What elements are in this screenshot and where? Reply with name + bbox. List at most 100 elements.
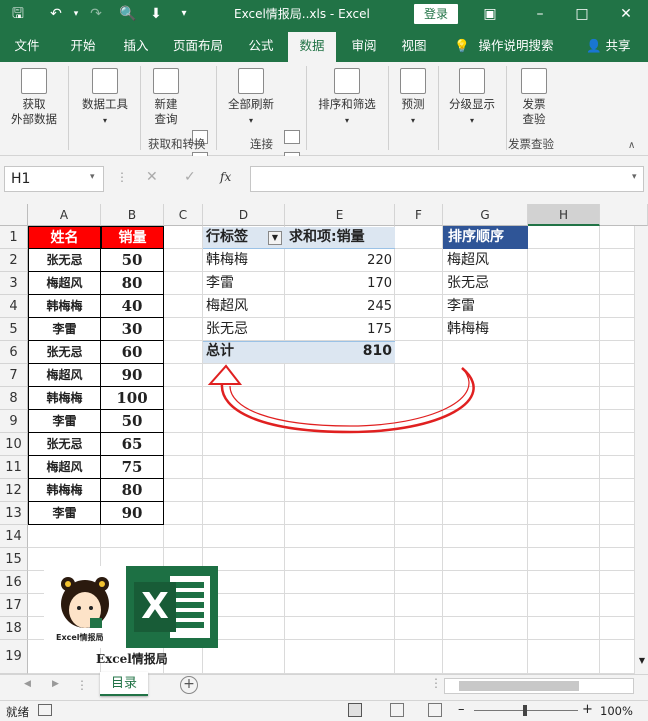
row-header[interactable]: 3: [0, 272, 28, 295]
name-box-dropdown-icon[interactable]: ▾: [90, 172, 95, 182]
source-sales-cell: 30: [101, 318, 164, 341]
customize-qat-icon[interactable]: ▾: [174, 4, 194, 24]
redo-icon[interactable]: ↷: [86, 4, 106, 24]
source-sales-cell: 100: [101, 387, 164, 410]
cancel-icon[interactable]: ✕: [146, 169, 158, 185]
row-header[interactable]: 15: [0, 548, 28, 571]
tab-view[interactable]: 视图: [392, 30, 436, 62]
tab-page-layout[interactable]: 页面布局: [166, 30, 230, 62]
page-layout-view-icon[interactable]: [390, 703, 404, 717]
tab-data[interactable]: 数据: [288, 32, 336, 62]
row-header[interactable]: 10: [0, 433, 28, 456]
row-header[interactable]: 12: [0, 479, 28, 502]
new-query-icon: [153, 68, 179, 94]
tab-formulas[interactable]: 公式: [238, 30, 284, 62]
column-header[interactable]: F: [395, 204, 443, 226]
row-header[interactable]: 19: [0, 640, 28, 674]
row-header[interactable]: 8: [0, 387, 28, 410]
horizontal-scrollbar[interactable]: [444, 678, 634, 694]
vertical-scrollbar[interactable]: ▼: [634, 226, 648, 674]
source-sales-cell: 65: [101, 433, 164, 456]
save-icon[interactable]: 🖫: [8, 4, 28, 24]
undo-icon[interactable]: ↶: [46, 4, 66, 24]
sheet-prev-icon[interactable]: ◀: [24, 679, 31, 689]
column-header-selected[interactable]: H: [528, 204, 600, 226]
row-header[interactable]: 2: [0, 249, 28, 272]
row-header[interactable]: 11: [0, 456, 28, 479]
print-preview-icon[interactable]: 🔍: [118, 4, 138, 24]
logo-caption: Excel情报局: [96, 652, 168, 666]
pivot-value-header: 求和项:销量: [289, 229, 365, 245]
file-export-icon[interactable]: ⬇: [146, 4, 166, 24]
scroll-down-icon[interactable]: ▼: [636, 656, 648, 668]
undo-dropdown-icon[interactable]: ▾: [66, 4, 86, 24]
new-query-button[interactable]: 新建 查询: [144, 68, 188, 127]
formula-input[interactable]: [250, 166, 644, 192]
collapse-ribbon-icon[interactable]: ∧: [628, 140, 635, 151]
pivot-row-value: 220: [367, 253, 392, 268]
row-header[interactable]: 6: [0, 341, 28, 364]
row-header[interactable]: 13: [0, 502, 28, 525]
group-connections-label: 连接: [250, 137, 273, 151]
name-box[interactable]: H1: [4, 166, 104, 192]
row-header[interactable]: 16: [0, 571, 28, 594]
source-sales-cell: 80: [101, 479, 164, 502]
zoom-out-icon[interactable]: –: [458, 702, 465, 717]
outline-button[interactable]: 分级显示 ▾: [442, 68, 502, 128]
sheet-next-icon[interactable]: ▶: [52, 679, 59, 689]
normal-view-icon[interactable]: [348, 703, 362, 717]
column-header[interactable]: G: [443, 204, 528, 226]
row-header[interactable]: 1: [0, 226, 28, 249]
column-header[interactable]: A: [28, 204, 101, 226]
sort-filter-button[interactable]: 排序和筛选 ▾: [310, 68, 384, 128]
select-all-corner[interactable]: [0, 204, 28, 226]
enter-icon[interactable]: ✓: [184, 169, 196, 185]
column-header[interactable]: [600, 204, 648, 226]
add-sheet-icon[interactable]: +: [180, 676, 198, 694]
share-button[interactable]: 共享: [602, 30, 634, 62]
refresh-all-button[interactable]: 全部刷新 ▾: [222, 68, 280, 128]
zoom-slider-thumb[interactable]: [523, 705, 527, 716]
tab-review[interactable]: 审阅: [342, 30, 386, 62]
insert-function-icon[interactable]: fx: [220, 170, 231, 184]
pivot-row-label: 李雷: [206, 275, 234, 291]
restore-icon[interactable]: □: [572, 4, 592, 24]
data-tools-button[interactable]: 数据工具 ▾: [74, 68, 136, 128]
sheet-more-icon[interactable]: ⋮: [76, 678, 88, 692]
tab-insert[interactable]: 插入: [112, 30, 160, 62]
sort-order-item: 张无忌: [447, 275, 489, 291]
row-header[interactable]: 18: [0, 617, 28, 640]
column-header[interactable]: C: [164, 204, 203, 226]
close-icon[interactable]: ✕: [616, 4, 636, 24]
column-header[interactable]: B: [101, 204, 164, 226]
database-icon: [21, 68, 47, 94]
row-header[interactable]: 9: [0, 410, 28, 433]
zoom-level[interactable]: 100%: [600, 704, 633, 718]
row-header[interactable]: 17: [0, 594, 28, 617]
column-header[interactable]: E: [285, 204, 395, 226]
connections-icon[interactable]: [284, 130, 300, 144]
get-external-data-button[interactable]: 获取 外部数据: [4, 68, 64, 127]
expand-formula-icon[interactable]: ▾: [632, 172, 637, 182]
curved-arrow-icon: [207, 364, 475, 434]
excel-logo: X: [126, 566, 218, 648]
page-break-view-icon[interactable]: [428, 703, 442, 717]
tab-home[interactable]: 开始: [58, 30, 108, 62]
tab-file[interactable]: 文件: [4, 30, 50, 62]
tell-me-search[interactable]: 操作说明搜索: [474, 30, 558, 62]
row-header[interactable]: 4: [0, 295, 28, 318]
row-header[interactable]: 7: [0, 364, 28, 387]
minimize-icon[interactable]: –: [530, 4, 550, 24]
zoom-in-icon[interactable]: +: [582, 702, 593, 717]
forecast-button[interactable]: 预测 ▾: [392, 68, 434, 128]
invoice-check-button[interactable]: 发票 查验: [510, 68, 558, 127]
row-header[interactable]: 14: [0, 525, 28, 548]
login-button[interactable]: 登录: [414, 4, 458, 24]
column-header[interactable]: D: [203, 204, 285, 226]
row-header[interactable]: 5: [0, 318, 28, 341]
ribbon-display-icon[interactable]: ▣: [480, 4, 500, 24]
macro-record-icon[interactable]: [38, 704, 52, 716]
hscroll-thumb[interactable]: [459, 681, 579, 691]
sheet-tab-directory[interactable]: 目录: [100, 672, 148, 696]
pivot-filter-dropdown-icon[interactable]: ▼: [268, 231, 282, 245]
